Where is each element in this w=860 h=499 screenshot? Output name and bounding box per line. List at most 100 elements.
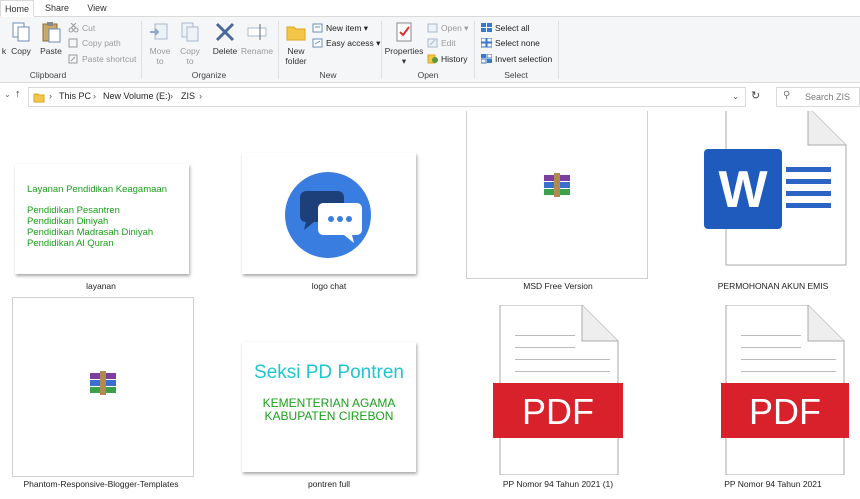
rename-icon [246, 21, 268, 43]
rename-button[interactable]: Rename [240, 21, 274, 56]
breadcrumb-this-pc[interactable]: This PC [59, 91, 91, 101]
invert-selection-button[interactable]: Invert selection [480, 52, 552, 66]
copy-to-label: Copy [180, 46, 200, 56]
address-bar[interactable]: › This PC › New Volume (E:) › ZIS › ⌄ [28, 87, 746, 107]
select-none-label: Select none [495, 38, 540, 48]
select-all-button[interactable]: Select all [481, 21, 530, 35]
up-arrow-icon[interactable]: ↑ [15, 88, 21, 100]
tab-home[interactable]: Home [0, 0, 34, 17]
file-name: MSD Free Version [523, 281, 593, 291]
properties-icon [393, 21, 415, 43]
file-name: Phantom-Responsive-Blogger-Templates [23, 479, 179, 489]
open-group-label: Open [417, 70, 439, 80]
copy-to-icon [179, 21, 201, 43]
tab-view[interactable]: View [80, 0, 114, 17]
word-letter: W [718, 161, 768, 219]
paste-shortcut-button[interactable]: Paste shortcut [68, 52, 136, 66]
breadcrumb-separator: › [170, 91, 173, 101]
thumbnail-text-line: Pendidikan Pesantren [27, 205, 120, 216]
image-thumbnail: Seksi PD Pontren KEMENTERIAN AGAMA KABUP… [242, 342, 416, 472]
file-name: PP Nomor 94 Tahun 2021 [724, 479, 822, 489]
paste-icon [40, 21, 62, 43]
breadcrumb-zis[interactable]: ZIS [181, 91, 195, 101]
cut-partial-label: k [1, 46, 7, 56]
address-dropdown-icon[interactable]: ⌄ [732, 92, 739, 101]
folder-icon [33, 91, 45, 105]
select-none-button[interactable]: Select none [480, 36, 540, 50]
paste-button[interactable]: Paste [38, 21, 64, 56]
file-item-permohonan-akun-emis[interactable]: W PERMOHONAN AKUN EMIS [686, 111, 860, 301]
history-button[interactable]: History [427, 52, 467, 66]
new-item-button[interactable]: New item ▾ [312, 21, 368, 35]
edit-label: Edit [441, 38, 456, 48]
open-button[interactable]: Open ▾ [427, 21, 468, 35]
organize-group-label: Organize [191, 70, 227, 80]
cut-button[interactable]: Cut [68, 21, 95, 35]
file-name: pontren full [307, 479, 351, 489]
properties-dropdown-arrow: ▾ [401, 56, 407, 66]
image-thumbnail [242, 153, 416, 274]
file-view: Layanan Pendidikan Keagamaan Pendidikan … [0, 111, 860, 499]
file-name: PP Nomor 94 Tahun 2021 (1) [502, 479, 614, 489]
new-folder-button[interactable]: New folder [282, 21, 310, 66]
file-item-logo-chat[interactable]: logo chat [236, 111, 422, 301]
thumbnail-text-line: KABUPATEN CIREBON [264, 409, 394, 423]
cut-partial-button[interactable]: k [0, 21, 8, 56]
properties-button[interactable]: Properties ▾ [384, 21, 424, 67]
easy-access-label: Easy access [326, 38, 374, 48]
file-item-layanan[interactable]: Layanan Pendidikan Keagamaan Pendidikan … [8, 111, 194, 301]
breadcrumb-separator: › [199, 91, 202, 101]
pdf-document-icon: PDF [493, 305, 623, 475]
breadcrumb-separator: › [93, 91, 96, 101]
file-item-msd-free-version[interactable]: MSD Free Version [460, 111, 656, 301]
copy-icon [10, 21, 32, 43]
recent-locations-icon[interactable]: ⌄ [4, 90, 11, 99]
ribbon: k Copy Paste Cut Copy path Paste shortcu… [0, 17, 860, 83]
history-label: History [441, 54, 468, 64]
pdf-label: PDF [749, 391, 821, 432]
thumbnail-text: Pendidikan Pesantren Pendidikan Diniyah … [27, 205, 153, 249]
breadcrumb-new-volume[interactable]: New Volume (E:) [103, 91, 171, 101]
paste-label: Paste [40, 46, 62, 56]
group-divider [474, 21, 475, 79]
clipboard-group-label: Clipboard [29, 70, 67, 80]
select-group-label: Select [504, 70, 528, 80]
word-document-icon: W [704, 111, 847, 266]
easy-access-button[interactable]: Easy access ▾ [312, 36, 380, 50]
winrar-archive-icon [88, 371, 118, 399]
move-to-button[interactable]: Move to [146, 21, 174, 66]
edit-button[interactable]: Edit [427, 36, 456, 50]
winrar-archive-icon [542, 173, 572, 201]
copy-to-label-2: to [186, 56, 194, 66]
thumbnail-text: Layanan Pendidikan Keagamaan [27, 184, 167, 195]
open-label: Open [441, 23, 462, 33]
tab-share[interactable]: Share [40, 0, 74, 17]
ribbon-tabs: Home Share View [0, 0, 860, 17]
paste-shortcut-label: Paste shortcut [82, 54, 137, 64]
file-item-pontren-full[interactable]: Seksi PD Pontren KEMENTERIAN AGAMA KABUP… [236, 295, 422, 499]
select-all-icon [481, 23, 492, 33]
refresh-icon[interactable]: ↻ [751, 89, 760, 102]
copy-path-label: Copy path [82, 38, 121, 48]
group-divider [558, 21, 559, 79]
thumbnail-subtitle: KEMENTERIAN AGAMA KABUPATEN CIREBON [242, 397, 416, 423]
file-item-phantom-templates[interactable]: Phantom-Responsive-Blogger-Templates [8, 295, 194, 499]
thumbnail-text-line: Pendidikan Madrasah Diniyah [27, 227, 154, 238]
pdf-document-icon: PDF [721, 305, 849, 475]
new-folder-label-2: folder [285, 56, 307, 66]
pdf-label: PDF [522, 391, 594, 432]
copy-path-button[interactable]: Copy path [68, 36, 121, 50]
copy-button[interactable]: Copy [10, 21, 32, 56]
file-item-pp-nomor-94[interactable]: PDF PP Nomor 94 Tahun 2021 [686, 295, 860, 499]
properties-label: Properties [384, 46, 424, 56]
folder-icon [285, 21, 307, 43]
copy-to-button[interactable]: Copy to [177, 21, 203, 66]
search-icon: ⚲ [783, 90, 791, 101]
thumbnail-title: Seksi PD Pontren [254, 362, 404, 383]
search-box[interactable]: ⚲ Search ZIS [776, 87, 860, 107]
file-item-pp-nomor-94-1[interactable]: PDF PP Nomor 94 Tahun 2021 (1) [460, 295, 656, 499]
delete-button[interactable]: Delete [210, 21, 240, 56]
file-name: PERMOHONAN AKUN EMIS [717, 281, 829, 291]
scissors-icon [68, 22, 79, 33]
select-none-icon [480, 37, 493, 48]
